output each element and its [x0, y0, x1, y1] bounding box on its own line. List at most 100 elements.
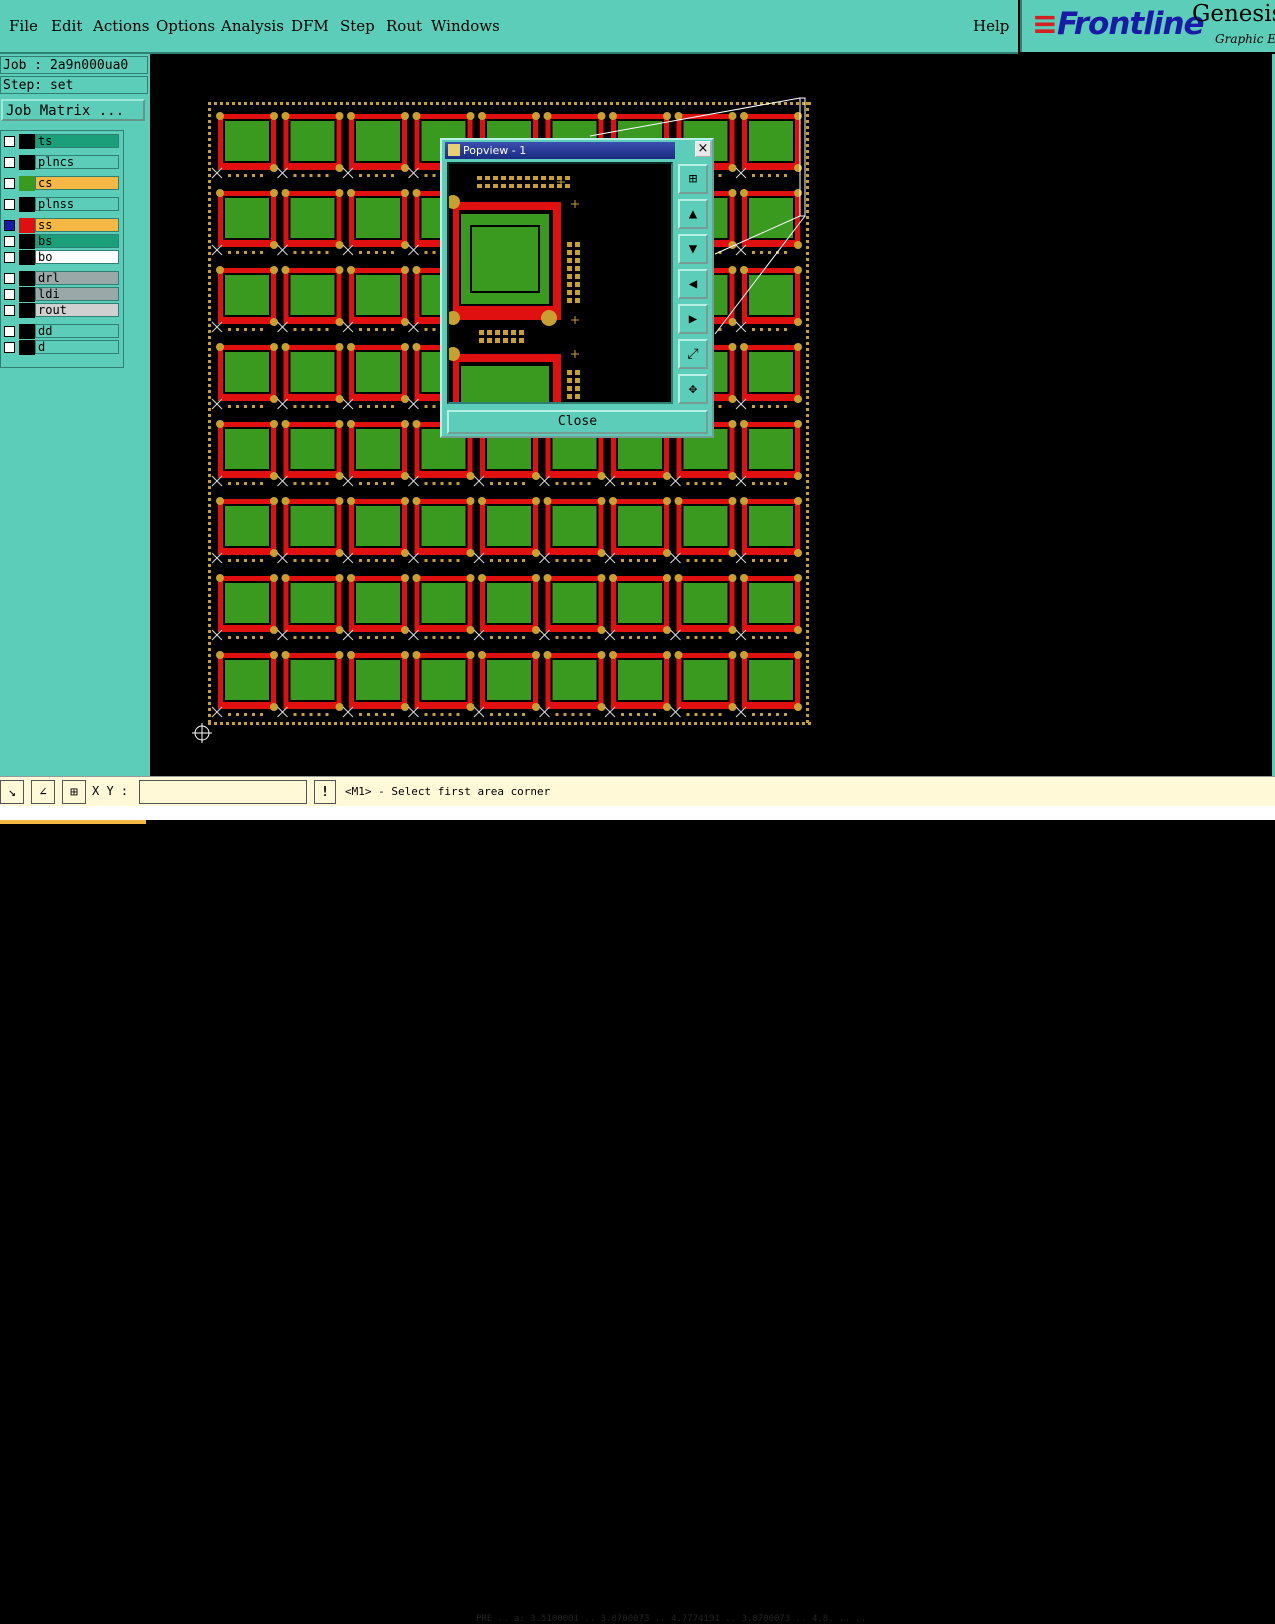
menu-options[interactable]: Options [156, 17, 215, 35]
layer-color-swatch[interactable] [19, 197, 35, 212]
pcb-cell [735, 497, 802, 564]
pcb-cell [342, 343, 409, 410]
product-subtitle: Graphic E [1215, 32, 1275, 46]
pcb-cell [211, 343, 278, 410]
pcb-cell [277, 497, 344, 564]
menu-bar: File Edit Actions Options Analysis DFM Step Rou… [0, 0, 1018, 54]
layer-checkbox[interactable] [4, 236, 15, 247]
popview-zoom [449, 176, 580, 402]
layer-row-drl[interactable]: drl [1, 271, 123, 286]
measure-angle-icon[interactable]: ∠ [31, 780, 55, 804]
layer-row-dd[interactable]: dd [1, 324, 123, 339]
menu-edit[interactable]: Edit [51, 17, 82, 35]
pcb-cell [211, 651, 278, 718]
fit-view-icon[interactable]: ✥ [678, 374, 708, 404]
pcb-cell [473, 497, 540, 564]
pcb-cell [735, 343, 802, 410]
layer-checkbox[interactable] [4, 252, 15, 263]
layer-row-cs[interactable]: cs [1, 176, 123, 191]
warning-icon[interactable]: ! [314, 780, 336, 804]
layer-color-swatch[interactable] [19, 303, 35, 318]
menu-windows[interactable]: Windows [431, 17, 500, 35]
layer-color-swatch[interactable] [19, 234, 35, 249]
close-button[interactable]: Close [447, 410, 708, 434]
layer-color-swatch[interactable] [19, 287, 35, 302]
pan-up-icon[interactable]: ▲ [678, 199, 708, 229]
xy-label: X Y : [92, 784, 129, 798]
pcb-cell [735, 651, 802, 718]
layer-checkbox[interactable] [4, 199, 15, 210]
layer-name[interactable]: drl [35, 271, 119, 285]
layer-color-swatch[interactable] [19, 271, 35, 286]
layer-row-bs[interactable]: bs [1, 234, 123, 249]
layer-name[interactable]: plnss [35, 197, 119, 211]
layer-color-swatch[interactable] [19, 250, 35, 265]
layer-checkbox[interactable] [4, 342, 15, 353]
xy-input[interactable] [139, 780, 307, 804]
job-name: Job : 2a9n000ua0 [0, 56, 148, 74]
layer-checkbox[interactable] [4, 289, 15, 300]
menu-analysis[interactable]: Analysis [221, 17, 284, 35]
layer-checkbox[interactable] [4, 157, 15, 168]
layer-checkbox[interactable] [4, 305, 15, 316]
pcb-cell [342, 266, 409, 333]
menu-step[interactable]: Step [340, 17, 375, 35]
layer-checkbox[interactable] [4, 178, 15, 189]
menu-dfm[interactable]: DFM [291, 17, 329, 35]
layer-row-ts[interactable]: ts [1, 134, 123, 149]
layer-name[interactable]: rout [35, 303, 119, 317]
pcb-cell [211, 189, 278, 256]
pcb-cell [277, 651, 344, 718]
menu-actions[interactable]: Actions [93, 17, 149, 35]
layer-row-rout[interactable]: rout [1, 303, 123, 318]
popview-canvas[interactable] [447, 162, 673, 404]
zoom-in-icon[interactable]: ⊞ [678, 164, 708, 194]
frontline-logo: ≡Frontline Genesis Graphic E [1020, 0, 1275, 52]
coordinate-readout-text: PRE .. a: 3.5100001 .. 3.8700073 .. 4.77… [476, 1614, 867, 1624]
pan-right-icon[interactable]: ▶ [678, 304, 708, 334]
layer-checkbox[interactable] [4, 220, 15, 231]
layer-checkbox[interactable] [4, 273, 15, 284]
menu-file[interactable]: File [9, 17, 38, 35]
layer-name[interactable]: ss [35, 218, 119, 232]
layer-row-d[interactable]: d [1, 340, 123, 355]
pcb-cell [211, 266, 278, 333]
popview-titlebar[interactable]: Popview - 1 [445, 142, 675, 159]
layer-color-swatch[interactable] [19, 176, 35, 191]
menu-help[interactable]: Help [973, 17, 1009, 35]
layer-name[interactable]: d [35, 340, 119, 354]
layer-row-bo[interactable]: bo [1, 250, 123, 265]
layer-color-swatch[interactable] [19, 218, 35, 233]
layer-color-swatch[interactable] [19, 134, 35, 149]
coordinate-readout: PRE .. a: 3.5100001 .. 3.8700073 .. 4.77… [0, 806, 1275, 1624]
pan-down-icon[interactable]: ▼ [678, 234, 708, 264]
job-matrix-button[interactable]: Job Matrix ... [1, 99, 145, 121]
layer-row-plncs[interactable]: plncs [1, 155, 123, 170]
layer-checkbox[interactable] [4, 136, 15, 147]
pcb-cell [277, 574, 344, 641]
menu-rout[interactable]: Rout [386, 17, 422, 35]
layer-color-swatch[interactable] [19, 155, 35, 170]
layer-checkbox[interactable] [4, 326, 15, 337]
layer-name[interactable]: bo [35, 250, 119, 264]
close-icon[interactable]: × [695, 141, 711, 157]
select-arrow-icon[interactable]: ↘ [0, 780, 24, 804]
pcb-cell [277, 266, 344, 333]
layer-color-swatch[interactable] [19, 340, 35, 355]
pcb-cell [539, 574, 606, 641]
layer-name[interactable]: dd [35, 324, 119, 338]
layer-name[interactable]: ts [35, 134, 119, 148]
zoom-out-icon[interactable]: ⤢ [678, 339, 708, 369]
layer-row-ldi[interactable]: ldi [1, 287, 123, 302]
layer-name[interactable]: bs [35, 234, 119, 248]
layer-name[interactable]: cs [35, 176, 119, 190]
layer-color-swatch[interactable] [19, 324, 35, 339]
layer-row-plnss[interactable]: plnss [1, 197, 123, 212]
layer-name[interactable]: plncs [35, 155, 119, 169]
snap-grid-icon[interactable]: ⊞ [62, 780, 86, 804]
window-icon [448, 144, 460, 156]
layer-row-ss[interactable]: ss [1, 218, 123, 233]
brand-logo: ≡Frontline [1032, 6, 1205, 42]
pan-left-icon[interactable]: ◀ [678, 269, 708, 299]
layer-name[interactable]: ldi [35, 287, 119, 301]
